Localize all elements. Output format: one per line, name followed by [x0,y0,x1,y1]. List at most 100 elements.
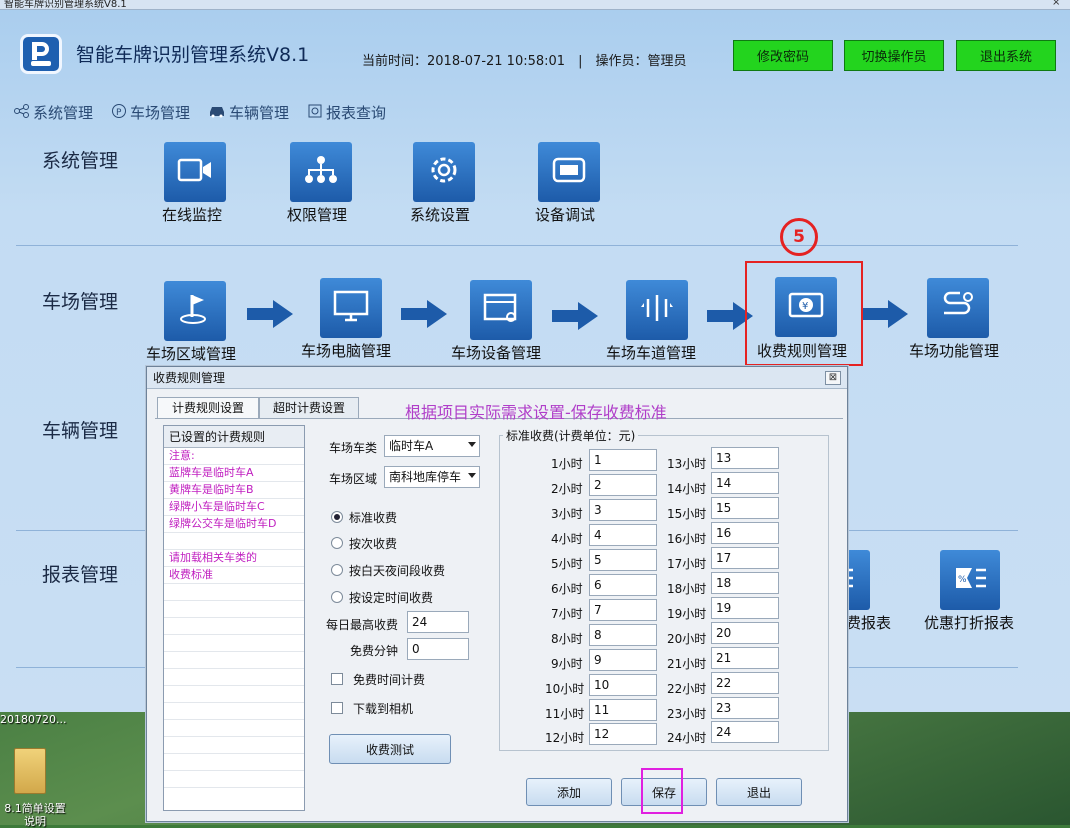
switch-operator-button[interactable]: 切换操作员 [844,40,944,71]
hour-label: 1小时 [551,457,583,471]
list-item: 蓝牌车是临时车A [164,465,304,482]
hour-fee-input[interactable]: 3 [589,499,657,521]
discount-list-icon: % [952,564,988,596]
list-item [164,652,304,669]
list-item [164,737,304,754]
hour-label: 21小时 [667,657,707,671]
desktop-icon-label[interactable]: 8.1简单设置说明 [0,802,70,828]
nav-item-label: 车场管理 [130,104,191,122]
current-time-operator: 当前时间：2018-07-21 10:58:01 | 操作员：管理员 [362,54,687,69]
exit-button[interactable]: 退出 [716,778,802,806]
hour-fee-input[interactable]: 5 [589,549,657,571]
hour-fee-input[interactable]: 16 [711,522,779,544]
system-settings-tile[interactable] [413,142,475,202]
nav-item-parking[interactable]: P 车场管理 [111,102,190,123]
hour-fee-input[interactable]: 2 [589,474,657,496]
hour-fee-input[interactable]: 8 [589,624,657,646]
exit-system-button[interactable]: 退出系统 [956,40,1056,71]
chevron-down-icon [468,442,476,447]
device-debug-tile[interactable] [538,142,600,202]
free-time-checkbox[interactable] [331,673,343,685]
hour-fee-input[interactable]: 15 [711,497,779,519]
area-select[interactable]: 南科地库停车 [384,466,480,488]
hour-fee-input[interactable]: 23 [711,697,779,719]
hour-fee-input[interactable]: 6 [589,574,657,596]
dialog-close-button[interactable]: ⊠ [825,371,841,385]
radio-label: 按设定时间收费 [349,591,434,605]
nav-item-report[interactable]: 报表查询 [307,102,386,123]
free-minutes-input[interactable]: 0 [407,638,469,660]
monitor-icon [333,290,369,326]
display-panel-icon [552,157,586,187]
tile-label: 设备调试 [535,206,596,224]
standard-fee-group [499,435,829,751]
folder-icon[interactable] [14,748,46,794]
change-password-button[interactable]: 修改密码 [733,40,833,71]
app-logo [20,34,62,74]
nav-item-label: 系统管理 [33,104,94,122]
hour-label: 6小时 [551,582,583,596]
hour-fee-input[interactable]: 13 [711,447,779,469]
discount-report-tile[interactable]: % [940,550,1000,610]
tab-overtime-fee[interactable]: 超时计费设置 [259,397,359,419]
list-item [164,584,304,601]
window-titlebar: 智能车牌识别管理系统V8.1 × [0,0,1070,10]
hour-label: 9小时 [551,657,583,671]
fee-test-button[interactable]: 收费测试 [329,734,451,764]
flow-arrow-icon [401,300,447,328]
nav-item-vehicle[interactable]: 车辆管理 [208,102,289,123]
flow-arrow-icon [862,300,908,328]
tile-label: 车场车道管理 [606,344,697,362]
hour-fee-input[interactable]: 4 [589,524,657,546]
hour-fee-input[interactable]: 14 [711,472,779,494]
download-camera-checkbox[interactable] [331,702,343,714]
hour-label: 5小时 [551,557,583,571]
hour-fee-input[interactable]: 17 [711,547,779,569]
hour-fee-input[interactable]: 24 [711,721,779,743]
parking-device-tile[interactable] [470,280,532,340]
add-button[interactable]: 添加 [526,778,612,806]
dialog-title: 收费规则管理 [153,371,226,385]
tab-fee-rule[interactable]: 计费规则设置 [157,397,259,419]
parking-function-tile[interactable] [927,278,989,338]
area-label: 车场区域 [329,472,378,486]
hour-fee-input[interactable]: 20 [711,622,779,644]
lane-arrows-icon [639,293,675,327]
hour-label: 11小时 [545,707,585,721]
list-item: 黄牌车是临时车B [164,482,304,499]
hour-fee-input[interactable]: 1 [589,449,657,471]
daily-max-input[interactable]: 24 [407,611,469,633]
radio-per-time-fee[interactable] [331,537,343,549]
list-item [164,686,304,703]
parking-computer-tile[interactable] [320,278,382,338]
fee-rule-dialog: 收费规则管理 ⊠ 计费规则设置 超时计费设置 根据项目实际需求设置-保存收费标准… [146,366,848,822]
top-nav: 系统管理 P 车场管理 车辆管理 报表查询 [14,102,386,123]
radio-standard-fee[interactable] [331,511,343,523]
window-close-button[interactable]: × [1052,0,1064,9]
car-type-select[interactable]: 临时车A [384,435,480,457]
hour-fee-input[interactable]: 21 [711,647,779,669]
radio-day-night-fee[interactable] [331,564,343,576]
parking-area-tile[interactable] [164,281,226,341]
hour-label: 19小时 [667,607,707,621]
permission-tile[interactable] [290,142,352,202]
hour-fee-input[interactable]: 18 [711,572,779,594]
tile-label: 车场设备管理 [451,344,542,362]
checkbox-label: 下载到相机 [353,702,414,716]
app-name: 智能车牌识别管理系统V8.1 [76,44,310,66]
section-title-system: 系统管理 [42,150,119,172]
car-type-label: 车场车类 [329,441,378,455]
hour-fee-input[interactable]: 7 [589,599,657,621]
parking-lane-tile[interactable] [626,280,688,340]
hour-fee-input[interactable]: 22 [711,672,779,694]
hour-fee-input[interactable]: 9 [589,649,657,671]
online-monitor-tile[interactable] [164,142,226,202]
hour-fee-input[interactable]: 10 [589,674,657,696]
rule-list[interactable]: 已设置的计费规则 注意: 蓝牌车是临时车A 黄牌车是临时车B 绿牌小车是临时车C… [163,425,305,811]
hour-fee-input[interactable]: 12 [589,723,657,745]
report-icon [307,103,323,123]
nav-item-system[interactable]: 系统管理 [14,102,93,123]
hour-fee-input[interactable]: 11 [589,699,657,721]
radio-set-time-fee[interactable] [331,591,343,603]
hour-fee-input[interactable]: 19 [711,597,779,619]
